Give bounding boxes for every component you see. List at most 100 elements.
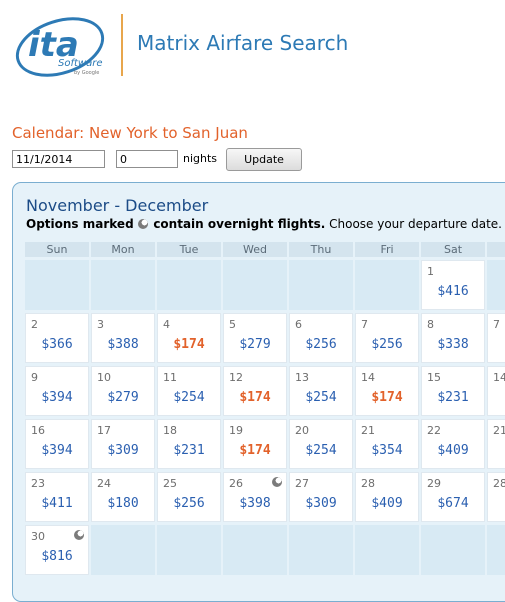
day-cell-15[interactable]: 15 $231	[421, 366, 485, 416]
day-cell-30[interactable]: 30 $816	[25, 525, 89, 575]
day-number: 7	[493, 318, 500, 331]
day-cell-26[interactable]: 26 $398	[223, 472, 287, 522]
day-price[interactable]: $254	[290, 443, 352, 458]
day-price[interactable]: $309	[290, 496, 352, 511]
day-price[interactable]: $231	[422, 390, 484, 405]
overnight-icon	[74, 530, 84, 540]
day-price[interactable]: $394	[26, 443, 88, 458]
day-cell-1[interactable]: 1 $416	[421, 260, 485, 310]
day-price[interactable]: $309	[92, 443, 154, 458]
partial-empty-cell	[487, 260, 505, 310]
empty-day-cell	[25, 260, 89, 310]
day-number: 1	[427, 265, 434, 278]
weekday-wed: Wed	[223, 242, 287, 257]
day-number: 23	[31, 477, 45, 490]
day-cell-13[interactable]: 13 $254	[289, 366, 353, 416]
day-price[interactable]: $256	[158, 496, 220, 511]
day-number: 9	[31, 371, 38, 384]
day-cell-21[interactable]: 21 $354	[355, 419, 419, 469]
day-price[interactable]: $174	[224, 443, 286, 458]
empty-day-cell	[289, 260, 353, 310]
empty-day-cell	[355, 260, 419, 310]
day-cell-11[interactable]: 11 $254	[157, 366, 221, 416]
day-number: 14	[493, 371, 505, 384]
overnight-icon	[138, 219, 149, 229]
day-price[interactable]: $256	[290, 337, 352, 352]
day-cell-3[interactable]: 3 $388	[91, 313, 155, 363]
day-cell-22[interactable]: 22 $409	[421, 419, 485, 469]
day-price[interactable]: $411	[26, 496, 88, 511]
day-cell-8[interactable]: 8 $338	[421, 313, 485, 363]
day-number: 10	[97, 371, 111, 384]
day-price[interactable]: $409	[356, 496, 418, 511]
departure-date-input[interactable]	[12, 150, 105, 168]
day-price[interactable]: $416	[422, 284, 484, 299]
partial-empty-cell	[487, 525, 505, 575]
day-cell-10[interactable]: 10 $279	[91, 366, 155, 416]
partial-day-cell[interactable]: 14	[487, 366, 505, 416]
day-cell-2[interactable]: 2 $366	[25, 313, 89, 363]
day-cell-14[interactable]: 14 $174	[355, 366, 419, 416]
day-cell-24[interactable]: 24 $180	[91, 472, 155, 522]
day-number: 14	[361, 371, 375, 384]
day-price[interactable]: $254	[158, 390, 220, 405]
day-price[interactable]: $279	[92, 390, 154, 405]
legend-rest: Choose your departure date.	[329, 217, 502, 231]
day-cell-12[interactable]: 12 $174	[223, 366, 287, 416]
day-price[interactable]: $354	[356, 443, 418, 458]
day-price[interactable]: $398	[224, 496, 286, 511]
day-price[interactable]: $388	[92, 337, 154, 352]
nights-input[interactable]	[116, 150, 178, 168]
day-cell-5[interactable]: 5 $279	[223, 313, 287, 363]
day-cell-16[interactable]: 16 $394	[25, 419, 89, 469]
day-number: 21	[493, 424, 505, 437]
empty-day-cell	[355, 525, 419, 575]
svg-text:by Google: by Google	[74, 70, 99, 76]
day-cell-27[interactable]: 27 $309	[289, 472, 353, 522]
day-price[interactable]: $174	[158, 337, 220, 352]
day-price[interactable]: $674	[422, 496, 484, 511]
day-price[interactable]: $394	[26, 390, 88, 405]
partial-day-cell[interactable]: 21	[487, 419, 505, 469]
day-cell-29[interactable]: 29 $674	[421, 472, 485, 522]
partial-day-cell[interactable]: 7	[487, 313, 505, 363]
day-cell-20[interactable]: 20 $254	[289, 419, 353, 469]
day-number: 6	[295, 318, 302, 331]
day-cell-23[interactable]: 23 $411	[25, 472, 89, 522]
empty-day-cell	[91, 525, 155, 575]
partial-day-cell[interactable]: 28	[487, 472, 505, 522]
day-price[interactable]: $366	[26, 337, 88, 352]
day-price[interactable]: $254	[290, 390, 352, 405]
day-price[interactable]: $338	[422, 337, 484, 352]
day-price[interactable]: $409	[422, 443, 484, 458]
day-price[interactable]: $231	[158, 443, 220, 458]
day-number: 12	[229, 371, 243, 384]
empty-day-cell	[157, 525, 221, 575]
day-cell-6[interactable]: 6 $256	[289, 313, 353, 363]
day-cell-4[interactable]: 4 $174	[157, 313, 221, 363]
day-price[interactable]: $279	[224, 337, 286, 352]
update-button[interactable]: Update	[226, 148, 302, 171]
weekday-thu: Thu	[289, 242, 353, 257]
day-cell-25[interactable]: 25 $256	[157, 472, 221, 522]
nights-label: nights	[183, 152, 218, 165]
day-price[interactable]: $174	[224, 390, 286, 405]
day-number: 26	[229, 477, 243, 490]
legend-bold-1: Options marked	[26, 217, 134, 231]
day-price[interactable]: $174	[356, 390, 418, 405]
day-number: 15	[427, 371, 441, 384]
day-cell-18[interactable]: 18 $231	[157, 419, 221, 469]
weekday-sat: Sat	[421, 242, 485, 257]
day-price[interactable]: $816	[26, 549, 88, 564]
day-number: 27	[295, 477, 309, 490]
empty-day-cell	[421, 525, 485, 575]
day-cell-19[interactable]: 19 $174	[223, 419, 287, 469]
day-price[interactable]: $256	[356, 337, 418, 352]
day-cell-17[interactable]: 17 $309	[91, 419, 155, 469]
day-price[interactable]: $180	[92, 496, 154, 511]
day-cell-28[interactable]: 28 $409	[355, 472, 419, 522]
day-number: 28	[493, 477, 505, 490]
day-cell-7[interactable]: 7 $256	[355, 313, 419, 363]
day-cell-9[interactable]: 9 $394	[25, 366, 89, 416]
day-number: 19	[229, 424, 243, 437]
